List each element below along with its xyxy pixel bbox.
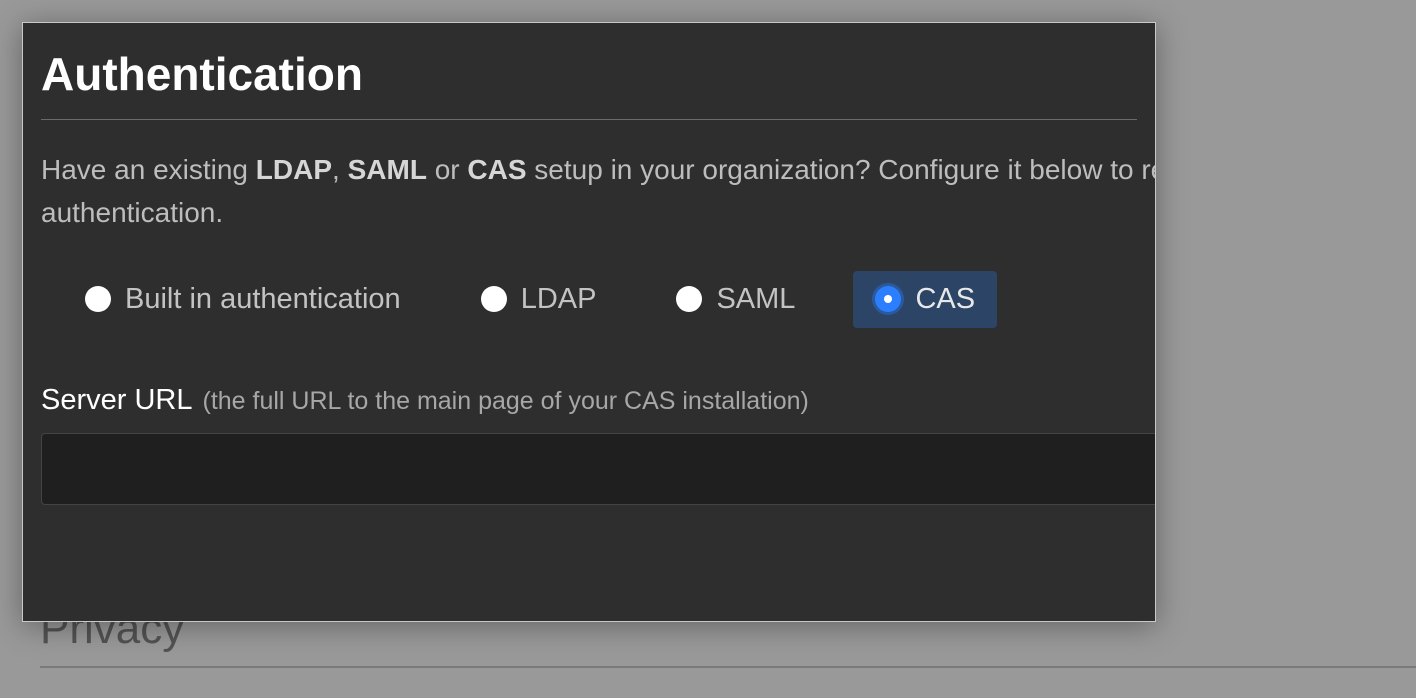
radio-label-saml: SAML	[716, 283, 795, 316]
server-url-hint: (the full URL to the main page of your C…	[203, 387, 809, 416]
desc-text: Have an existing	[41, 154, 256, 185]
server-url-label: Server URL	[41, 384, 193, 417]
radio-cas[interactable]: CAS	[853, 271, 997, 328]
desc-cas: CAS	[467, 154, 526, 185]
radio-icon	[676, 286, 702, 312]
privacy-divider	[40, 666, 1416, 668]
desc-text: ,	[332, 154, 348, 185]
radio-ldap[interactable]: LDAP	[459, 271, 619, 328]
authentication-title: Authentication	[41, 47, 1137, 101]
desc-saml: SAML	[348, 154, 427, 185]
radio-saml[interactable]: SAML	[654, 271, 817, 328]
radio-label-cas: CAS	[915, 283, 975, 316]
server-url-label-row: Server URL (the full URL to the main pag…	[41, 384, 1137, 417]
radio-icon	[481, 286, 507, 312]
server-url-input[interactable]	[41, 433, 1156, 505]
radio-icon	[875, 286, 901, 312]
authentication-panel: Authentication Have an existing LDAP, SA…	[22, 22, 1156, 622]
desc-ldap: LDAP	[256, 154, 332, 185]
radio-builtin[interactable]: Built in authentication	[63, 271, 423, 328]
auth-method-radio-group: Built in authentication LDAP SAML CAS	[63, 271, 1137, 328]
desc-text: or	[427, 154, 467, 185]
authentication-divider	[41, 119, 1137, 120]
radio-icon	[85, 286, 111, 312]
radio-label-builtin: Built in authentication	[125, 283, 401, 316]
radio-label-ldap: LDAP	[521, 283, 597, 316]
authentication-description: Have an existing LDAP, SAML or CAS setup…	[41, 148, 1156, 235]
